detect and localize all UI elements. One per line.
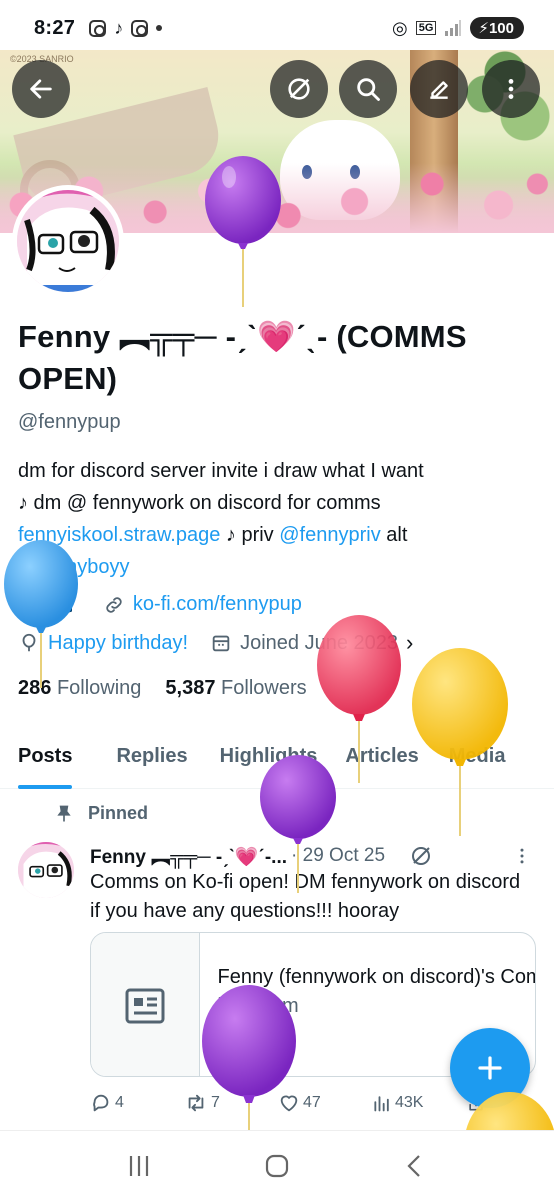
follow-stats: 286 Following 5,387 Followers (18, 677, 307, 700)
grok-icon[interactable] (409, 844, 433, 868)
bio-alt-mention[interactable]: @fennyboyy (18, 556, 129, 578)
more-button[interactable] (482, 60, 540, 118)
joined-date: Joined June 2023 (240, 631, 398, 654)
tweet-text: Comms on Ko-fi open! DM fennywork on dis… (90, 871, 521, 922)
birthday-link[interactable]: Happy birthday! (48, 632, 188, 655)
card-thumbnail (91, 933, 200, 1076)
chevron-right-icon[interactable]: › (406, 630, 413, 656)
pinned-indicator: Pinned (54, 803, 148, 824)
grok-icon (288, 78, 310, 100)
article-icon (125, 988, 165, 1023)
battery-indicator: ⚡100 (470, 17, 524, 39)
instagram-icon (89, 19, 107, 37)
instagram-icon (131, 19, 149, 37)
signal-icon (445, 20, 462, 36)
tab-highlights[interactable]: Highlights (208, 725, 330, 789)
profile-meta-row: 🇸🇪 ko-fi.com/fennypup (18, 592, 302, 617)
following-link[interactable]: 286 Following (18, 677, 141, 700)
tweet-author-name[interactable]: Fenny ︻╦╤─ -ˏˋ💗ˊ-... (90, 842, 287, 869)
system-navigation-bar (0, 1130, 554, 1200)
network-type: 5G (415, 21, 437, 35)
profile-tabs: Posts Replies Highlights Articles Media (0, 725, 554, 789)
back-button[interactable] (12, 60, 70, 118)
notification-icons: ♪ (89, 17, 163, 39)
reply-button[interactable]: 4 (90, 1092, 184, 1114)
tab-articles[interactable]: Articles (333, 725, 430, 789)
tab-posts[interactable]: Posts (6, 725, 84, 789)
tiktok-icon: ♪ (114, 17, 124, 38)
pencil-icon (430, 81, 448, 99)
bio-line: ♪ dm @ fennywork on discord for comms (18, 492, 381, 514)
pinned-label: Pinned (88, 803, 149, 823)
heart-icon (280, 1095, 298, 1112)
repost-button[interactable]: 7 (184, 1092, 278, 1114)
search-icon (357, 78, 380, 101)
repost-icon (188, 1094, 204, 1112)
link-icon (106, 596, 122, 613)
card-title: Fenny (fennywork on discord)'s Commissio… (217, 966, 535, 988)
tweet-header: Fenny ︻╦╤─ -ˏˋ💗ˊ-... · 29 Oct 25 (90, 842, 540, 869)
avatar-image (17, 190, 119, 292)
more-notifications-icon (156, 25, 163, 31)
profile-meta-row-2: Happy birthday! Joined June 2023 › (18, 630, 413, 656)
grok-button[interactable] (270, 60, 328, 118)
tab-media[interactable]: Media (437, 725, 518, 789)
profile-website-link[interactable]: ko-fi.com/fennypup (133, 593, 302, 616)
location-icon (21, 594, 37, 615)
tweet-date[interactable]: · 29 Oct 25 (291, 845, 385, 867)
bio-line: fennyiskool.straw.page ♪ priv @fennypriv… (18, 524, 408, 546)
card-domain: ko-fi.com (217, 995, 299, 1017)
tab-replies[interactable]: Replies (104, 725, 199, 789)
compose-button[interactable] (450, 1028, 530, 1108)
bio-line: dm for discord server invite i draw what… (18, 460, 424, 482)
views-button[interactable]: 43K (372, 1092, 466, 1114)
location-text: 🇸🇪 (48, 594, 73, 616)
bio-website-link[interactable]: fennyiskool.straw.page (18, 524, 220, 546)
home-icon[interactable] (263, 1152, 291, 1180)
balloon-icon (22, 633, 36, 652)
recent-apps-icon[interactable] (125, 1152, 153, 1180)
pin-icon (57, 805, 71, 821)
status-bar: 8:27 ♪ ◎ 5G ⚡100 (0, 0, 554, 56)
search-button[interactable] (339, 60, 397, 118)
profile-display-name: Fenny ︻╦╤─ -ˏˋ💗ˊˎ- (COMMS OPEN) (18, 319, 467, 396)
bio-line: @fennyboyy (18, 551, 538, 583)
more-vertical-icon (508, 79, 514, 99)
profile-avatar[interactable] (12, 185, 124, 297)
bio-priv-mention[interactable]: @fennypriv (279, 524, 380, 546)
status-time: 8:27 (34, 16, 76, 39)
tweet-author-avatar[interactable] (18, 842, 74, 898)
profile-bio: dm for discord server invite i draw what… (18, 455, 538, 583)
plus-icon (478, 1056, 502, 1080)
calendar-icon (212, 635, 230, 652)
back-nav-icon[interactable] (401, 1152, 429, 1180)
edit-button[interactable] (410, 60, 468, 118)
arrow-left-icon (30, 79, 52, 99)
hotspot-icon: ◎ (392, 17, 408, 38)
followers-link[interactable]: 5,387 Followers (165, 677, 306, 700)
views-icon (374, 1096, 389, 1112)
like-button[interactable]: 47 (278, 1092, 372, 1114)
profile-handle: @fennypup (18, 411, 121, 433)
more-vertical-icon[interactable] (512, 846, 532, 866)
reply-icon (93, 1094, 109, 1112)
